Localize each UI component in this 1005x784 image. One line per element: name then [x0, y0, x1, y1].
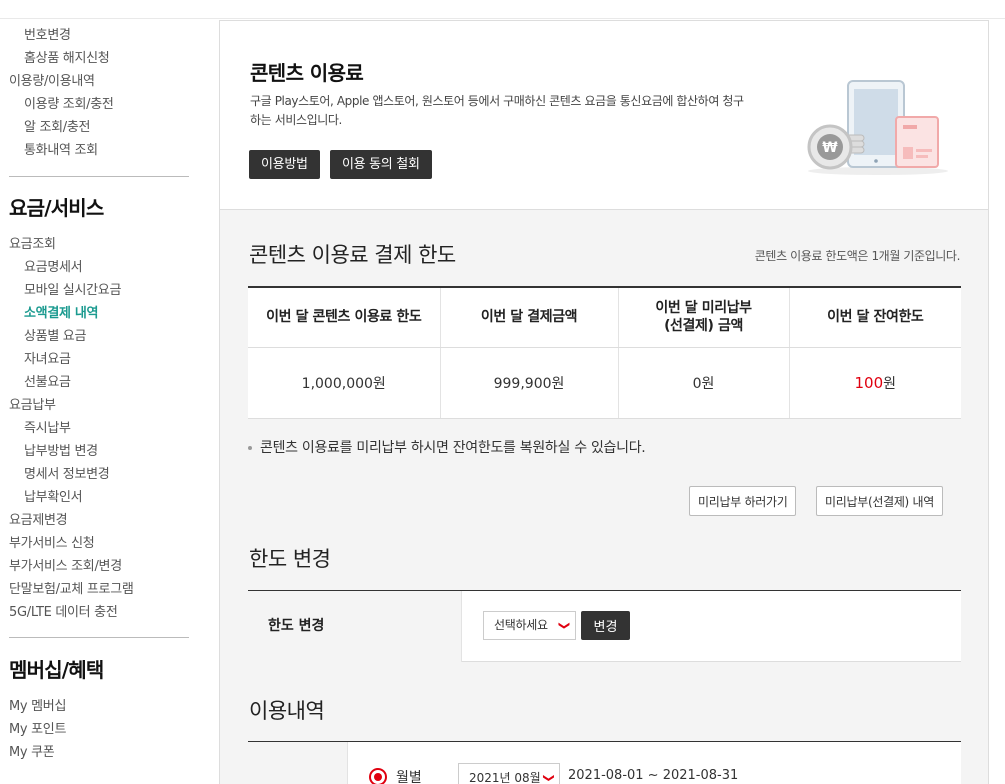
sidebar-item-product-fee[interactable]: 상품별 요금 — [24, 325, 86, 344]
usage-filter: 월별 2021년 08월 ❯ 2021-08-01 ~ 2021-08-31 — [248, 741, 961, 784]
sidebar-item-addon-manage[interactable]: 부가서비스 조회/변경 — [9, 555, 122, 574]
sidebar-item-plan-change[interactable]: 요금제변경 — [9, 509, 68, 528]
page-title: 콘텐츠 이용료 — [250, 61, 364, 85]
monthly-radio-label: 월별 — [396, 770, 422, 784]
chevron-down-icon: ❯ — [542, 773, 556, 783]
sidebar-item-call-history[interactable]: 통화내역 조회 — [24, 139, 98, 158]
change-section-title: 한도 변경 — [249, 547, 331, 571]
hero-section: 콘텐츠 이용료 구글 Play스토어, Apple 앱스토어, 원스토어 등에서… — [220, 21, 988, 210]
usage-section-title: 이용내역 — [249, 699, 325, 723]
sidebar-item-my-coupons[interactable]: My 쿠폰 — [9, 741, 55, 760]
limit-select[interactable]: 선택하세요 ❯ — [483, 611, 576, 640]
sidebar-item-instant-pay[interactable]: 즉시납부 — [24, 417, 71, 436]
main-panel: 콘텐츠 이용료 구글 Play스토어, Apple 앱스토어, 원스토어 등에서… — [219, 20, 989, 784]
svg-text:₩: ₩ — [822, 140, 838, 156]
sidebar-item-usage-charge[interactable]: 이용량 조회/충전 — [24, 93, 114, 112]
limit-table: 이번 달 콘텐츠 이용료 한도 이번 달 결제금액 이번 달 미리납부 (선결제… — [248, 286, 961, 419]
sidebar-divider — [9, 637, 189, 638]
change-limit-form: 한도 변경 선택하세요 ❯ 변경 — [248, 590, 961, 662]
bullet-icon — [248, 446, 252, 450]
prepay-notice-text: 콘텐츠 이용료를 미리납부 하시면 잔여한도를 복원하실 수 있습니다. — [260, 440, 646, 456]
chevron-down-icon: ❯ — [558, 621, 572, 630]
sidebar-item-payment[interactable]: 요금납부 — [9, 394, 56, 413]
limit-section-title: 콘텐츠 이용료 결제 한도 — [249, 243, 456, 267]
sidebar-item-pay-method[interactable]: 납부방법 변경 — [24, 440, 98, 459]
sidebar-item-my-points[interactable]: My 포인트 — [9, 718, 66, 737]
table-header-row: 이번 달 콘텐츠 이용료 한도 이번 달 결제금액 이번 달 미리납부 (선결제… — [248, 287, 961, 348]
paid-amount-value: 999,900원 — [440, 347, 619, 419]
sidebar-item-number-change[interactable]: 번호변경 — [24, 24, 71, 43]
prepay-history-button[interactable]: 미리납부(선결제) 내역 — [816, 486, 943, 516]
sidebar-item-child-fee[interactable]: 자녀요금 — [24, 348, 71, 367]
go-prepay-button[interactable]: 미리납부 하러가기 — [689, 486, 797, 516]
sidebar-item-my-membership[interactable]: My 멤버십 — [9, 695, 66, 714]
remaining-limit-number: 100 — [854, 373, 884, 392]
table-row: 1,000,000원 999,900원 0원 100원 — [248, 347, 961, 419]
usage-guide-button[interactable]: 이용방법 — [249, 150, 320, 179]
column-header: 이번 달 결제금액 — [440, 287, 619, 348]
withdraw-consent-button[interactable]: 이용 동의 철회 — [330, 150, 432, 179]
limit-select-value: 선택하세요 — [494, 618, 548, 632]
change-limit-button[interactable]: 변경 — [581, 611, 630, 640]
column-header: 이번 달 미리납부 (선결제) 금액 — [618, 287, 790, 348]
column-header: 이번 달 잔여한도 — [789, 287, 961, 348]
monthly-radio[interactable] — [369, 768, 387, 784]
month-select-value: 2021년 08월 — [469, 771, 541, 784]
usage-period: 2021-08-01 ~ 2021-08-31 — [568, 768, 739, 783]
sidebar-heading-billing: 요금/서비스 — [9, 196, 104, 220]
sidebar-item-insurance[interactable]: 단말보험/교체 프로그램 — [9, 578, 134, 597]
won-coin-tablet-icon: ₩ — [807, 80, 948, 175]
sidebar-item-prepaid-fee[interactable]: 선불요금 — [24, 371, 71, 390]
sidebar-item-pay-confirm[interactable]: 납부확인서 — [24, 486, 83, 505]
sidebar-item-data-charge[interactable]: 5G/LTE 데이터 충전 — [9, 601, 118, 620]
prepaid-amount-value: 0원 — [618, 347, 790, 419]
sidebar-heading-membership: 멤버십/혜택 — [9, 658, 104, 682]
sidebar-item-mobile-realtime[interactable]: 모바일 실시간요금 — [24, 279, 121, 298]
limit-note: 콘텐츠 이용료 한도액은 1개월 기준입니다. — [754, 249, 961, 263]
remaining-limit-unit: 원 — [883, 375, 897, 392]
usage-filter-label — [248, 742, 348, 784]
monthly-limit-value: 1,000,000원 — [248, 347, 441, 419]
top-bar — [0, 0, 1005, 19]
sidebar-item-billing-inquiry[interactable]: 요금조회 — [9, 233, 56, 252]
change-limit-label: 한도 변경 — [248, 591, 462, 662]
sidebar-item-addon-apply[interactable]: 부가서비스 신청 — [9, 532, 95, 551]
sidebar-item-statement-info[interactable]: 명세서 정보변경 — [24, 463, 110, 482]
prepay-notice: 콘텐츠 이용료를 미리납부 하시면 잔여한도를 복원하실 수 있습니다. — [248, 437, 646, 457]
sidebar: 번호변경 홈상품 해지신청 이용량/이용내역 이용량 조회/충전 알 조회/충전… — [0, 19, 200, 784]
sidebar-item-home-cancel[interactable]: 홈상품 해지신청 — [24, 47, 110, 66]
sidebar-item-micropayment[interactable]: 소액결제 내역 — [24, 302, 98, 321]
sidebar-item-al-charge[interactable]: 알 조회/충전 — [24, 116, 91, 135]
month-select[interactable]: 2021년 08월 ❯ — [458, 763, 560, 784]
sidebar-item-bill-statement[interactable]: 요금명세서 — [24, 256, 83, 275]
sidebar-item-usage[interactable]: 이용량/이용내역 — [9, 70, 95, 89]
remaining-limit-cell: 100원 — [789, 347, 961, 419]
column-header: 이번 달 콘텐츠 이용료 한도 — [248, 287, 441, 348]
sidebar-divider — [9, 176, 189, 177]
page-description: 구글 Play스토어, Apple 앱스토어, 원스토어 등에서 구매하신 콘텐… — [250, 94, 744, 127]
